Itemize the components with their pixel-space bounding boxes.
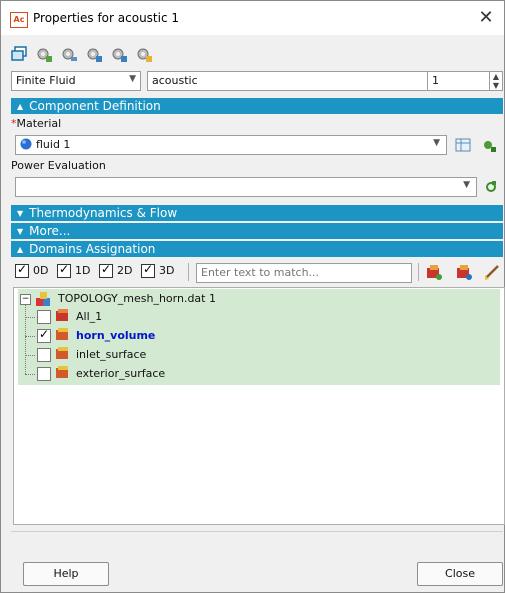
spin-arrows-icon[interactable]: ▲ ▼ — [489, 72, 502, 90]
section-title: More... — [29, 224, 71, 238]
gear-copy-icon[interactable] — [85, 45, 103, 63]
collapse-triangle-icon: ▲ — [17, 245, 24, 254]
section-title: Component Definition — [29, 99, 161, 113]
tree-root-label[interactable]: TOPOLOGY_mesh_horn.dat 1 — [58, 291, 216, 307]
tree-item-label[interactable]: inlet_surface — [76, 347, 146, 363]
filter-2d-checkbox[interactable] — [99, 262, 113, 278]
section-title: Thermodynamics & Flow — [29, 206, 178, 220]
tree-item-label[interactable]: horn_volume — [76, 328, 155, 344]
material-value: fluid 1 — [36, 138, 71, 151]
expand-triangle-icon: ▼ — [17, 209, 24, 218]
power-evaluation-label: Power Evaluation — [11, 159, 106, 172]
material-label: Material — [16, 117, 62, 130]
type-value: Finite Fluid — [16, 74, 76, 87]
title-bar: Ac Properties for acoustic 1 ✕ — [1, 1, 504, 35]
tree-connector — [25, 355, 35, 356]
tree-connector — [25, 317, 35, 318]
filter-1d-checkbox[interactable] — [57, 262, 71, 278]
divider — [188, 263, 189, 281]
tree-item-checkbox[interactable] — [37, 327, 51, 343]
domain-box-icon — [56, 366, 68, 378]
section-thermodynamics[interactable]: ▼ Thermodynamics & Flow — [11, 205, 503, 221]
power-evaluation-dropdown[interactable]: ▼ — [15, 177, 477, 197]
chevron-down-icon: ▼ — [463, 180, 470, 190]
tree-item-checkbox[interactable] — [37, 367, 51, 381]
index-value: 1 — [432, 74, 439, 87]
expand-triangle-icon: ▼ — [17, 227, 24, 236]
topology-icon — [36, 292, 50, 306]
chevron-down-icon: ▼ — [129, 74, 136, 84]
material-label-row: *Material — [11, 117, 61, 130]
filter-2d-label: 2D — [117, 264, 133, 277]
divider — [11, 531, 503, 532]
gear-edit-icon[interactable] — [135, 45, 153, 63]
help-button[interactable]: Help — [23, 562, 109, 586]
name-value: acoustic — [152, 74, 198, 87]
section-title: Domains Assignation — [29, 242, 156, 256]
deselect-all-icon[interactable] — [455, 263, 473, 281]
tree-item-checkbox[interactable] — [37, 310, 51, 324]
header-fields-row: Finite Fluid ▼ acoustic 1 ▲ ▼ — [11, 71, 503, 91]
domain-tree: − TOPOLOGY_mesh_horn.dat 1 All_1 horn_vo… — [13, 287, 505, 525]
close-window-button[interactable]: ✕ — [472, 4, 500, 32]
tree-connector — [25, 336, 35, 337]
tree-connector — [25, 374, 35, 375]
add-material-icon[interactable] — [480, 136, 498, 154]
section-component-definition[interactable]: ▲ Component Definition — [11, 98, 503, 114]
gear-add-icon[interactable] — [35, 45, 53, 63]
collapse-triangle-icon: ▲ — [17, 102, 24, 111]
search-box[interactable] — [196, 263, 412, 283]
section-more[interactable]: ▼ More... — [11, 223, 503, 239]
refresh-power-icon[interactable] — [483, 178, 501, 196]
type-dropdown[interactable]: Finite Fluid ▼ — [11, 71, 141, 91]
material-dropdown[interactable]: fluid 1 ▼ — [15, 135, 447, 155]
window-title: Properties for acoustic 1 — [33, 11, 180, 25]
index-spinbox[interactable]: 1 ▲ ▼ — [427, 71, 503, 91]
search-input[interactable] — [197, 264, 410, 280]
filter-3d-label: 3D — [159, 264, 175, 277]
filter-3d-checkbox[interactable] — [141, 262, 155, 278]
filter-1d-label: 1D — [75, 264, 91, 277]
clear-brush-icon[interactable] — [483, 263, 501, 281]
close-button[interactable]: Close — [417, 562, 503, 586]
dimension-filter-row: 0D 1D 2D 3D — [15, 262, 503, 283]
tree-item-label[interactable]: All_1 — [76, 309, 102, 325]
app-logo-icon: Ac — [10, 12, 28, 28]
gear-remove-icon[interactable] — [60, 45, 78, 63]
window-icon[interactable] — [11, 45, 29, 63]
name-field[interactable]: acoustic — [147, 71, 431, 91]
fluid-sphere-icon — [20, 138, 32, 150]
domain-box-icon — [56, 328, 68, 340]
domain-box-icon — [56, 347, 68, 359]
section-domains-assignation[interactable]: ▲ Domains Assignation — [11, 241, 503, 257]
filter-0d-label: 0D — [33, 264, 49, 277]
properties-dialog: Ac Properties for acoustic 1 ✕ Finite Fl… — [0, 0, 505, 593]
filter-0d-checkbox[interactable] — [15, 262, 29, 278]
material-table-icon[interactable] — [454, 136, 472, 154]
chevron-down-icon: ▼ — [433, 138, 440, 148]
tree-connector — [25, 304, 26, 374]
tree-item-checkbox[interactable] — [37, 348, 51, 362]
select-all-icon[interactable] — [425, 263, 443, 281]
gear-link-icon[interactable] — [110, 45, 128, 63]
tree-item-label[interactable]: exterior_surface — [76, 366, 165, 382]
domain-box-icon — [56, 309, 68, 321]
divider — [418, 263, 419, 281]
